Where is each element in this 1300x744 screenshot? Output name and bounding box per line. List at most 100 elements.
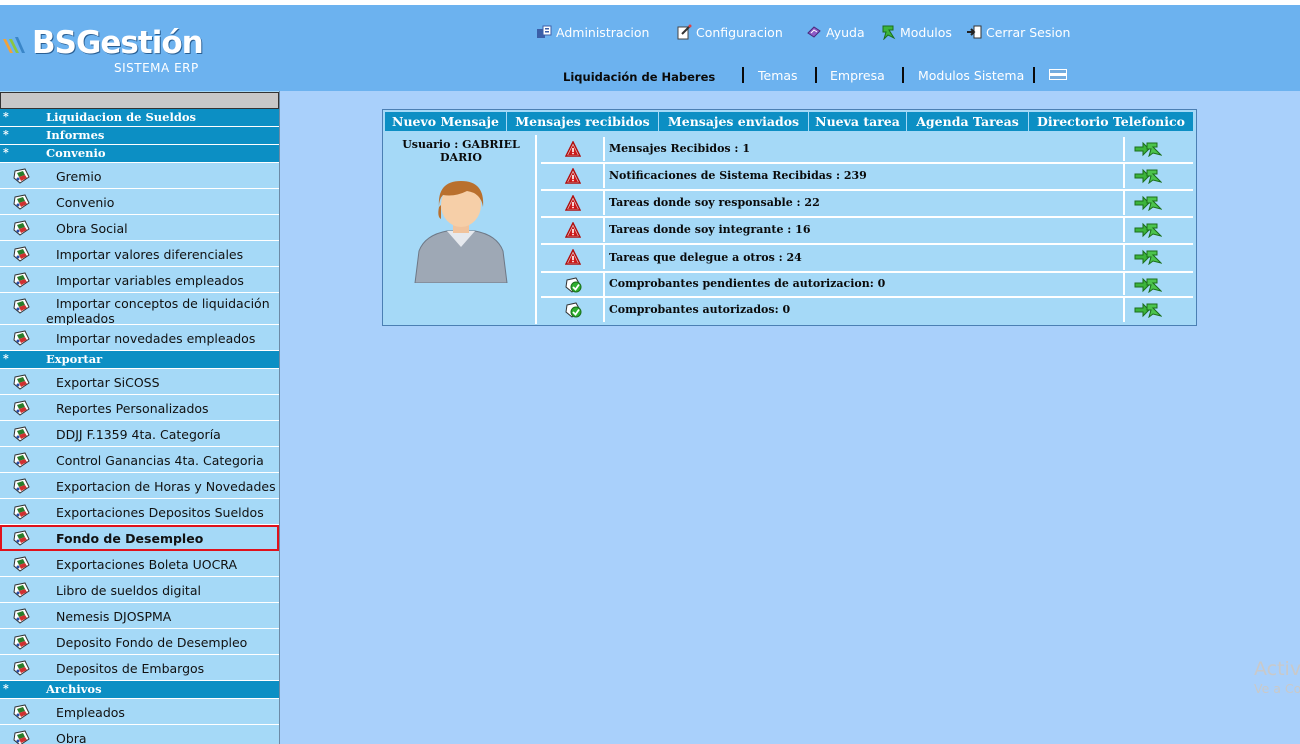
- open-notification-button[interactable]: [1128, 273, 1190, 297]
- sidebar-item-label: Reportes Personalizados: [56, 401, 209, 416]
- logo-mark-icon: [3, 37, 25, 53]
- nav-cerrar-sesion[interactable]: Cerrar Sesion: [966, 24, 1070, 42]
- module-item-icon: [13, 634, 31, 650]
- module-item-icon: [13, 194, 31, 210]
- sidebar-item[interactable]: Importar valores diferenciales: [0, 241, 279, 267]
- tab-directorio-telefonico[interactable]: Directorio Telefonico: [1029, 112, 1194, 131]
- nav-ayuda[interactable]: Ayuda: [806, 24, 865, 42]
- nav-configuracion[interactable]: Configuracion: [676, 24, 783, 42]
- sub-nav-temas[interactable]: Temas: [758, 68, 798, 83]
- module-item-icon: [13, 400, 31, 416]
- sidebar-item[interactable]: Convenio: [0, 189, 279, 215]
- module-item-icon: [13, 608, 31, 624]
- sidebar-category-label: Archivos: [46, 682, 102, 696]
- module-item-icon: [13, 246, 31, 262]
- sidebar-item-label: Importar conceptos de liquidación emplea…: [46, 296, 270, 326]
- open-notification-button[interactable]: [1128, 218, 1190, 242]
- sidebar-item-label: Exportaciones Depositos Sueldos: [56, 505, 264, 520]
- sidebar-item[interactable]: Deposito Fondo de Desempleo: [0, 629, 279, 655]
- sidebar-header-bar: [0, 92, 279, 109]
- tab-agenda-tareas[interactable]: Agenda Tareas: [907, 112, 1029, 131]
- argentina-flag-icon[interactable]: [1049, 69, 1067, 80]
- sidebar-item[interactable]: Nemesis DJOSPMA: [0, 603, 279, 629]
- open-notification-button[interactable]: [1128, 137, 1190, 161]
- sub-nav-empresa[interactable]: Empresa: [830, 68, 885, 83]
- sidebar-item[interactable]: Obra Social: [0, 215, 279, 241]
- sidebar-category[interactable]: * Informes: [0, 127, 279, 145]
- sidebar-category[interactable]: * Convenio: [0, 145, 279, 163]
- sidebar-category-label: Convenio: [46, 146, 106, 160]
- sidebar-item[interactable]: DDJJ F.1359 4ta. Categoría: [0, 421, 279, 447]
- warning-icon: [564, 140, 582, 161]
- tab-nuevo-mensaje[interactable]: Nuevo Mensaje: [385, 112, 507, 131]
- module-item-icon: [13, 452, 31, 468]
- sidebar-item[interactable]: Depositos de Embargos: [0, 655, 279, 681]
- nav-administracion[interactable]: Administracion: [536, 24, 649, 42]
- sidebar-item[interactable]: Exportar SiCOSS: [0, 369, 279, 395]
- sidebar-item[interactable]: Obra: [0, 725, 279, 744]
- sidebar-category[interactable]: * Archivos: [0, 681, 279, 699]
- sidebar-category-label: Liquidacion de Sueldos: [46, 110, 197, 124]
- sidebar-item[interactable]: Importar variables empleados: [0, 267, 279, 293]
- sidebar-item-label: Exportacion de Horas y Novedades: [56, 479, 276, 494]
- module-item-icon: [13, 426, 31, 442]
- sidebar-category[interactable]: * Liquidacion de Sueldos: [0, 109, 279, 127]
- notification-row: Tareas donde soy integrante : 16: [541, 218, 1193, 242]
- admin-icon: [537, 25, 552, 38]
- user-name: Usuario : GABRIEL DARIO: [402, 138, 520, 164]
- module-item-icon: [13, 582, 31, 598]
- module-item-icon: [13, 556, 31, 572]
- notification-text: Mensajes Recibidos : 1: [609, 137, 1125, 161]
- category-star: *: [3, 128, 9, 141]
- sidebar-item-label: Fondo de Desempleo: [56, 531, 204, 546]
- go-arrow-icon: [1134, 195, 1163, 215]
- warning-icon: [564, 221, 582, 242]
- tab-nueva-tarea[interactable]: Nueva tarea: [809, 112, 907, 131]
- status-cell: [541, 164, 605, 188]
- warning-icon: [564, 167, 582, 188]
- sidebar-item-label: Libro de sueldos digital: [56, 583, 201, 598]
- status-cell: [541, 191, 605, 215]
- sidebar-item[interactable]: Exportacion de Horas y Novedades: [0, 473, 279, 499]
- module-title: Liquidación de Haberes: [563, 70, 716, 84]
- module-item-icon: [13, 298, 31, 314]
- sidebar-item-label: Exportaciones Boleta UOCRA: [56, 557, 238, 572]
- notification-row: Comprobantes autorizados: 0: [541, 298, 1193, 322]
- go-arrow-icon: [1134, 277, 1163, 297]
- sidebar-item[interactable]: Libro de sueldos digital: [0, 577, 279, 603]
- nav-cerrar-sesion-label: Cerrar Sesion: [986, 25, 1071, 40]
- sidebar-item-label: Obra Social: [56, 221, 128, 236]
- go-arrow-icon: [1134, 168, 1163, 188]
- nav-modulos[interactable]: Modulos: [880, 24, 952, 42]
- sidebar-item[interactable]: Empleados: [0, 699, 279, 725]
- sidebar-item[interactable]: Importar conceptos de liquidación emplea…: [0, 293, 279, 326]
- config-icon: [677, 24, 692, 40]
- sidebar-item[interactable]: Reportes Personalizados: [0, 395, 279, 421]
- sidebar-item[interactable]: Fondo de Desempleo: [0, 525, 279, 551]
- go-arrow-icon: [1134, 141, 1163, 161]
- sub-nav-modulos-sistema[interactable]: Modulos Sistema: [918, 68, 1024, 83]
- watermark-line1: Activ: [1254, 658, 1300, 680]
- sidebar-item-label: Obra: [56, 731, 87, 744]
- tab-mensajes-enviados[interactable]: Mensajes enviados: [659, 112, 809, 131]
- sidebar-item[interactable]: Exportaciones Boleta UOCRA: [0, 551, 279, 577]
- status-cell: [541, 137, 605, 161]
- open-notification-button[interactable]: [1128, 298, 1190, 322]
- module-item-icon: [13, 168, 31, 184]
- sidebar-item[interactable]: Control Ganancias 4ta. Categoria: [0, 447, 279, 473]
- tab-mensajes-recibidos[interactable]: Mensajes recibidos: [507, 112, 659, 131]
- open-notification-button[interactable]: [1128, 245, 1190, 269]
- sidebar-category-label: Exportar: [46, 352, 103, 366]
- category-star: *: [3, 682, 9, 695]
- header-bar: BSGestión SISTEMA ERP Administracion Con…: [0, 5, 1300, 91]
- sidebar-category[interactable]: * Exportar: [0, 351, 279, 369]
- sidebar-item[interactable]: Gremio: [0, 163, 279, 189]
- go-arrow-icon: [1134, 302, 1163, 322]
- sidebar-item[interactable]: Exportaciones Depositos Sueldos: [0, 499, 279, 525]
- notification-row: Mensajes Recibidos : 1: [541, 137, 1193, 161]
- open-notification-button[interactable]: [1128, 191, 1190, 215]
- open-notification-button[interactable]: [1128, 164, 1190, 188]
- module-item-icon: [13, 374, 31, 390]
- sidebar-item[interactable]: Importar novedades empleados: [0, 325, 279, 351]
- nav-modulos-label: Modulos: [900, 25, 952, 40]
